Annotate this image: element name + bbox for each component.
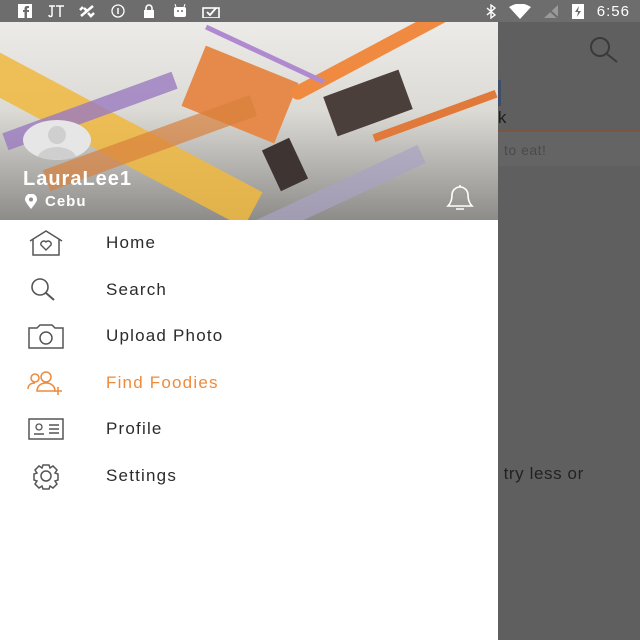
- gear-icon: [33, 464, 59, 490]
- home-heart-icon: [29, 230, 63, 256]
- menu-item-find-foodies[interactable]: Find Foodies: [0, 360, 498, 407]
- info-icon: [111, 4, 125, 18]
- avatar[interactable]: [23, 120, 91, 160]
- satellite-icon: [79, 5, 95, 18]
- lock-icon: [144, 4, 154, 18]
- location-label: Cebu: [45, 193, 87, 210]
- location: Cebu: [25, 193, 87, 210]
- menu-label: Home: [106, 233, 157, 253]
- jt-icon: [48, 5, 64, 18]
- menu-label: Search: [106, 279, 168, 299]
- tab-indicator: [498, 130, 640, 132]
- search-icon[interactable]: [586, 36, 624, 66]
- menu-label: Settings: [106, 465, 178, 485]
- menu-label: Upload Photo: [106, 326, 224, 346]
- bluetooth-icon: [486, 3, 496, 19]
- android-icon: [174, 4, 186, 17]
- drawer-header: LauraLee1 Cebu: [0, 22, 498, 220]
- body-text: r try less or: [498, 464, 584, 483]
- menu-item-search[interactable]: Search: [0, 267, 498, 314]
- bell-icon[interactable]: [443, 184, 477, 212]
- location-pin-icon: [25, 194, 37, 209]
- id-card-icon: [28, 418, 64, 440]
- camera-icon: [28, 324, 64, 349]
- menu-item-upload-photo[interactable]: Upload Photo: [0, 313, 498, 360]
- menu-item-profile[interactable]: Profile: [0, 406, 498, 453]
- menu-item-home[interactable]: Home: [0, 220, 498, 267]
- status-time: 6:56: [596, 2, 630, 20]
- no-sim-icon: [543, 3, 559, 19]
- add-friends-icon: [27, 371, 62, 395]
- search-icon: [31, 277, 55, 301]
- subtitle-text: to eat!: [504, 142, 547, 158]
- tab-label[interactable]: ook: [498, 108, 507, 128]
- facebook-icon: [18, 4, 32, 18]
- briefcase-icon: [202, 7, 220, 18]
- menu-item-settings[interactable]: Settings: [0, 453, 498, 500]
- battery-charging-icon: [571, 4, 584, 19]
- status-bar: 6:56: [0, 0, 640, 22]
- tab-icon: [498, 80, 501, 106]
- menu-label: Find Foodies: [106, 372, 219, 392]
- username: LauraLee1: [23, 168, 133, 190]
- background-content: ook to eat! r try less or: [498, 22, 640, 640]
- drawer-menu: Home Search Upload Photo Find Foodies Pr…: [0, 220, 498, 499]
- menu-label: Profile: [106, 419, 163, 439]
- navigation-drawer: LauraLee1 Cebu Home Search Upload Photo …: [0, 22, 498, 640]
- decor-shape: [261, 137, 309, 192]
- wifi-icon: [508, 3, 531, 19]
